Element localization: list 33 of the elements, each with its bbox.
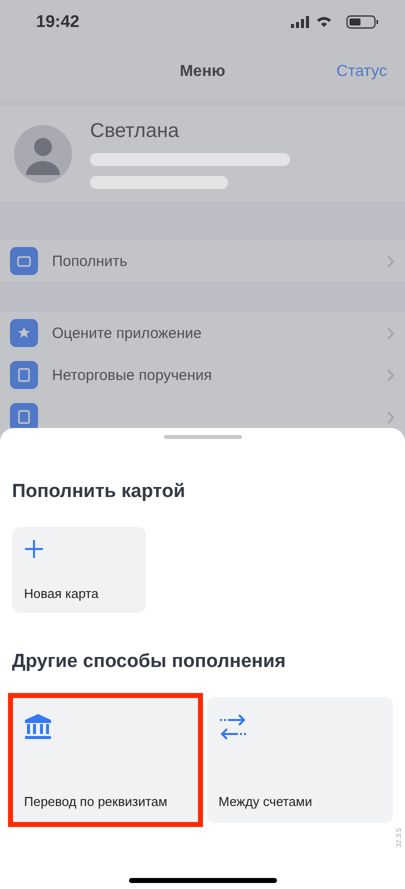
sheet-handle[interactable] xyxy=(164,435,242,439)
option-card[interactable]: Между счетами xyxy=(206,697,393,823)
menu-label: Пополнить xyxy=(52,252,128,270)
bank-icon xyxy=(24,713,52,740)
status-time: 19:42 xyxy=(36,12,80,32)
menu-row[interactable]: Неторговые поручения xyxy=(0,354,405,396)
option-card[interactable]: Перевод по реквизитам xyxy=(12,697,198,823)
chevron-icon xyxy=(387,326,395,340)
nav-title: Меню xyxy=(180,63,226,81)
option-label: Перевод по реквизитам xyxy=(24,794,168,809)
section-title: Другие способы пополнения xyxy=(12,651,287,673)
menu-label: Неторговые поручения xyxy=(52,366,213,384)
plus-icon xyxy=(24,539,44,559)
document-icon xyxy=(18,410,30,424)
option-card[interactable]: Новая карта xyxy=(12,527,146,613)
profile-name: Светлана xyxy=(90,120,180,142)
section-title: Пополнить картой xyxy=(12,481,186,503)
chevron-icon xyxy=(387,368,395,382)
status-link[interactable]: Статус xyxy=(336,63,387,81)
menu-row[interactable]: Оцените приложение xyxy=(0,312,405,354)
signal-icon xyxy=(291,16,309,28)
menu-label: Оцените приложение xyxy=(52,324,203,342)
chevron-icon xyxy=(387,410,395,424)
avatar-icon xyxy=(14,125,72,183)
option-label: Между счетами xyxy=(218,794,314,809)
wifi-icon xyxy=(317,17,331,27)
menu-row[interactable]: Пополнить xyxy=(0,240,405,282)
document-icon xyxy=(18,368,30,382)
option-label: Новая карта xyxy=(24,586,100,601)
transfer-arrows-icon xyxy=(218,713,246,741)
battery-icon xyxy=(346,15,378,29)
star-icon xyxy=(17,326,31,340)
chevron-icon xyxy=(387,254,395,268)
